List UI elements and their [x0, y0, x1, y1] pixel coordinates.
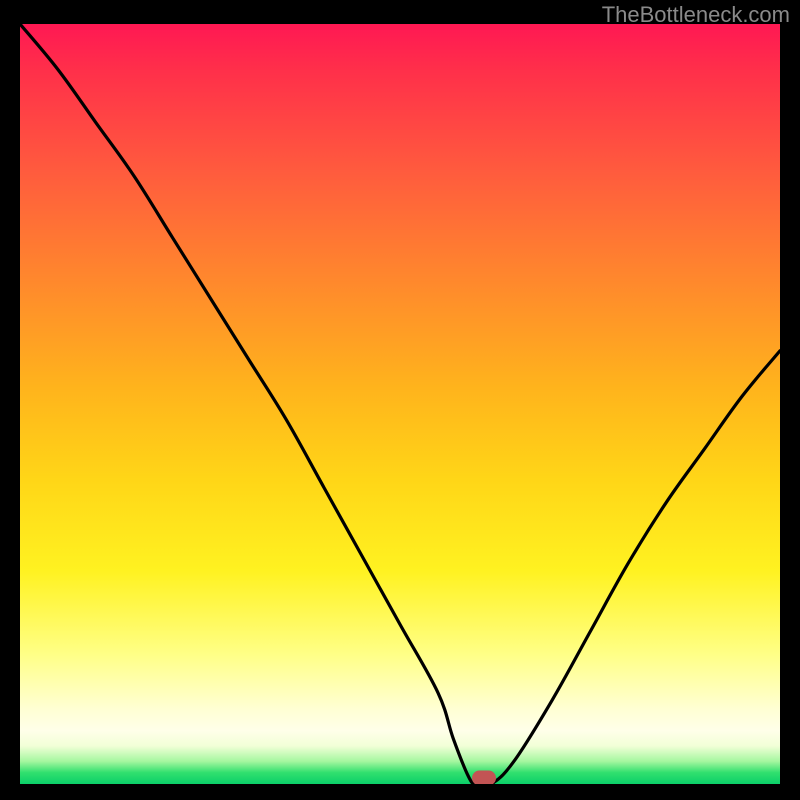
curve-path — [20, 24, 780, 784]
chart-container: TheBottleneck.com — [0, 0, 800, 800]
plot-area — [20, 24, 780, 784]
watermark-text: TheBottleneck.com — [602, 2, 790, 28]
bottleneck-curve — [20, 24, 780, 784]
optimum-marker — [472, 770, 496, 784]
